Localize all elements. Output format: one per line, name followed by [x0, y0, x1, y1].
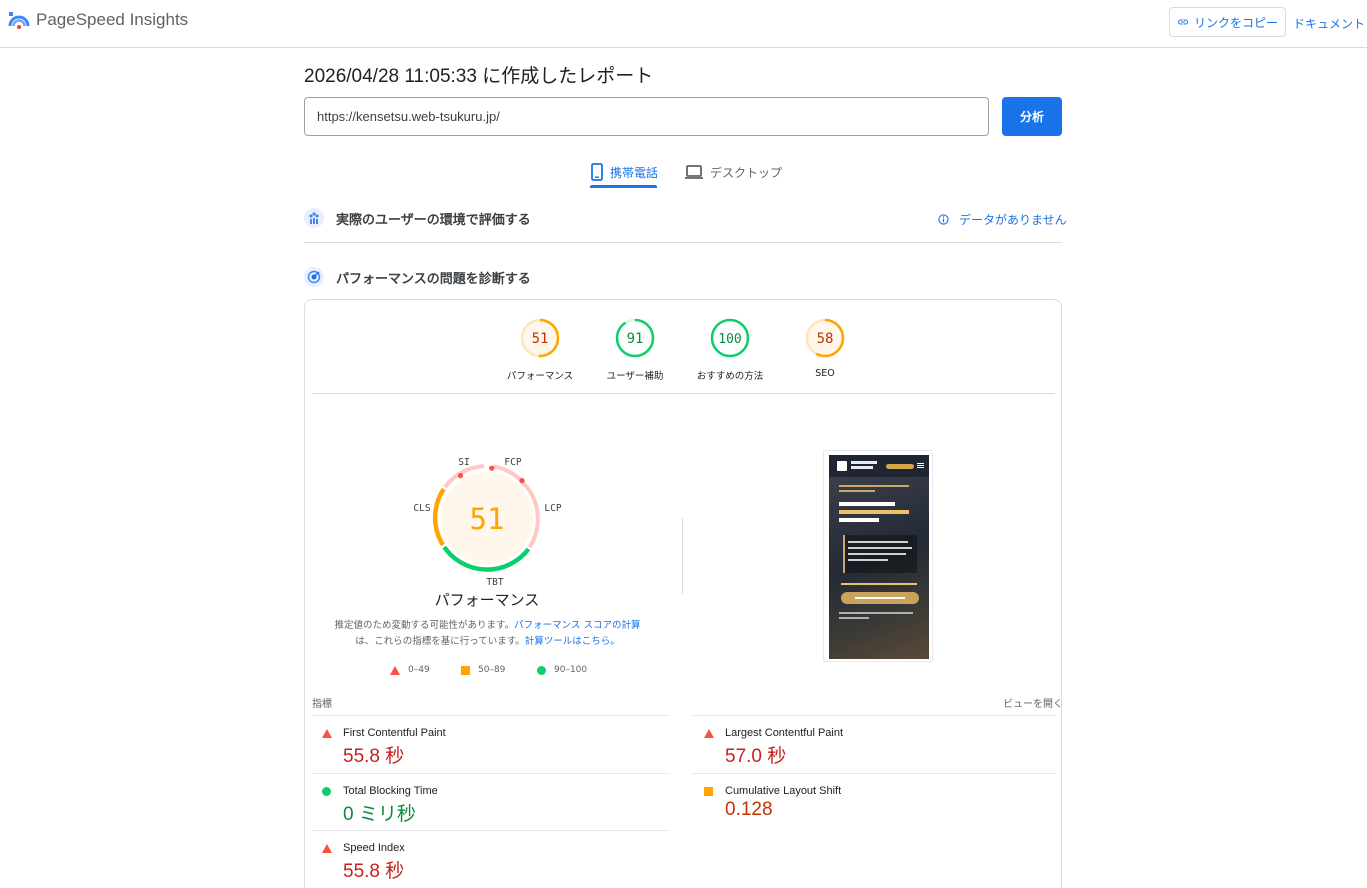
- report-title: 2026/04/28 11:05:33 に作成したレポート: [304, 66, 654, 87]
- performance-disclaimer: 推定値のため変動する可能性があります。パフォーマンス スコアの計算は、これらの指…: [330, 618, 645, 650]
- triangle-fail-icon: [322, 729, 332, 738]
- gauge-best-practices[interactable]: 100 おすすめの方法: [690, 318, 770, 382]
- info-icon: [938, 214, 949, 225]
- tbt-label: TBT: [486, 577, 503, 588]
- metric-tbt-value: 0 ミリ秒: [343, 804, 416, 825]
- field-data-title: 実際のユーザーの環境で評価する: [336, 212, 531, 228]
- metric-cls-name: Cumulative Layout Shift: [725, 785, 842, 797]
- active-tab-indicator: [590, 185, 657, 188]
- metric-divider: [692, 715, 1056, 716]
- crux-users-icon: [304, 208, 324, 228]
- screenshot-image: [829, 455, 929, 659]
- lcp-dot: [519, 478, 525, 484]
- metric-tbt[interactable]: Total Blocking Time 0 ミリ秒: [312, 785, 670, 825]
- pagespeed-logo-icon: [8, 12, 30, 29]
- legend-pass-label: 90–100: [554, 665, 588, 675]
- tab-mobile[interactable]: 携帯電話: [590, 156, 658, 188]
- legend-fail: 0–49: [390, 665, 430, 675]
- cls-label: CLS: [413, 503, 430, 514]
- gauge-seo-score: 58: [817, 331, 834, 347]
- triangle-fail-icon: [390, 665, 400, 675]
- smartphone-icon: [591, 163, 603, 181]
- expand-view-toggle[interactable]: ビューを開く: [1003, 695, 1063, 710]
- square-average-icon: [461, 665, 470, 675]
- tab-desktop[interactable]: デスクトップ: [684, 156, 782, 188]
- metric-fcp[interactable]: First Contentful Paint 55.8 秒: [312, 727, 670, 767]
- gauges-divider: [312, 393, 1055, 394]
- copy-link-button[interactable]: リンクをコピー: [1169, 7, 1286, 37]
- metric-cls[interactable]: Cumulative Layout Shift 0.128: [694, 785, 1056, 825]
- app-title: PageSpeed Insights: [36, 10, 189, 29]
- gauge-seo-ring: 58: [805, 318, 845, 358]
- performance-big-label: パフォーマンス: [434, 591, 540, 609]
- triangle-fail-icon: [704, 729, 714, 738]
- gauge-accessibility-score: 91: [627, 331, 644, 347]
- si-dot: [457, 473, 464, 479]
- si-label: SI: [458, 457, 469, 468]
- vertical-divider: [682, 518, 683, 594]
- metric-cls-value: 0.128: [725, 799, 773, 820]
- disclaimer-text-2: は、これらの指標を基に行っています。: [355, 636, 525, 647]
- lighthouse-diagnose-icon: [304, 267, 324, 287]
- legend-fail-label: 0–49: [408, 665, 430, 675]
- laptop-icon: [685, 165, 703, 179]
- docs-link[interactable]: ドキュメント: [1293, 15, 1365, 32]
- metric-divider: [692, 773, 1056, 774]
- gauge-accessibility-ring: 91: [615, 318, 655, 358]
- gauge-performance[interactable]: 51 パフォーマンス: [500, 318, 580, 382]
- top-app-bar: PageSpeed Insights リンクをコピー ドキュメント: [0, 0, 1367, 48]
- lcp-label: LCP: [544, 503, 561, 514]
- circle-pass-icon: [322, 787, 331, 796]
- metric-fcp-name: First Contentful Paint: [343, 727, 446, 739]
- analyze-button[interactable]: 分析: [1002, 97, 1062, 136]
- metric-fcp-value: 55.8 秒: [343, 746, 405, 767]
- tab-desktop-label: デスクトップ: [710, 165, 783, 180]
- no-data-indicator[interactable]: データがありません: [938, 211, 1067, 228]
- circle-pass-icon: [537, 665, 546, 675]
- gauge-accessibility-label: ユーザー補助: [606, 371, 664, 382]
- gauge-performance-label: パフォーマンス: [506, 371, 574, 382]
- triangle-fail-icon: [322, 844, 332, 853]
- gauge-seo[interactable]: 58 SEO: [785, 318, 865, 379]
- metric-si-value: 55.8 秒: [343, 861, 405, 882]
- legend-average: 50–89: [461, 665, 505, 675]
- metric-si-name: Speed Index: [343, 842, 405, 854]
- disclaimer-text-1: 推定値のため変動する可能性があります。: [334, 620, 515, 631]
- gauge-seo-label: SEO: [815, 368, 835, 379]
- gauge-performance-ring: 51: [520, 318, 560, 358]
- metrics-heading: 指標: [312, 699, 332, 710]
- lab-data-header: パフォーマンスの問題を診断する: [304, 265, 1062, 289]
- no-data-label: データがありません: [959, 213, 1067, 227]
- performance-big-score: 51: [470, 502, 505, 536]
- performance-big-gauge: 51 SI FCP LCP TBT CLS: [413, 457, 561, 588]
- gauge-best-practices-score: 100: [718, 332, 741, 347]
- tab-mobile-label: 携帯電話: [610, 165, 659, 180]
- square-average-icon: [704, 787, 713, 796]
- gauge-performance-score: 51: [532, 331, 549, 347]
- section-divider: [304, 242, 1062, 243]
- legend-pass: 90–100: [537, 665, 587, 675]
- fcp-label: FCP: [504, 457, 521, 468]
- gauge-best-practices-ring: 100: [710, 318, 750, 358]
- final-screenshot: [823, 450, 933, 662]
- metric-lcp-name: Largest Contentful Paint: [725, 727, 844, 739]
- metric-tbt-name: Total Blocking Time: [343, 785, 438, 797]
- gauge-accessibility[interactable]: 91 ユーザー補助: [595, 318, 675, 382]
- gauge-best-practices-label: おすすめの方法: [696, 371, 764, 382]
- lab-data-title: パフォーマンスの問題を診断する: [336, 271, 531, 287]
- score-calc-link[interactable]: パフォーマンス スコアの計算: [514, 620, 640, 631]
- metric-divider: [312, 830, 670, 831]
- calculator-link[interactable]: 計算ツールはこちら。: [525, 636, 620, 647]
- url-input[interactable]: [304, 97, 989, 136]
- copy-link-label: リンクをコピー: [1193, 15, 1278, 30]
- metric-divider: [312, 715, 670, 716]
- metric-lcp[interactable]: Largest Contentful Paint 57.0 秒: [694, 727, 1056, 767]
- metric-si[interactable]: Speed Index 55.8 秒: [312, 842, 670, 882]
- metric-lcp-value: 57.0 秒: [725, 746, 787, 767]
- app-logo[interactable]: PageSpeed Insights: [8, 10, 188, 30]
- link-icon: [1177, 19, 1188, 25]
- metric-divider: [312, 773, 670, 774]
- legend-average-label: 50–89: [478, 665, 506, 675]
- fcp-dot: [489, 465, 495, 471]
